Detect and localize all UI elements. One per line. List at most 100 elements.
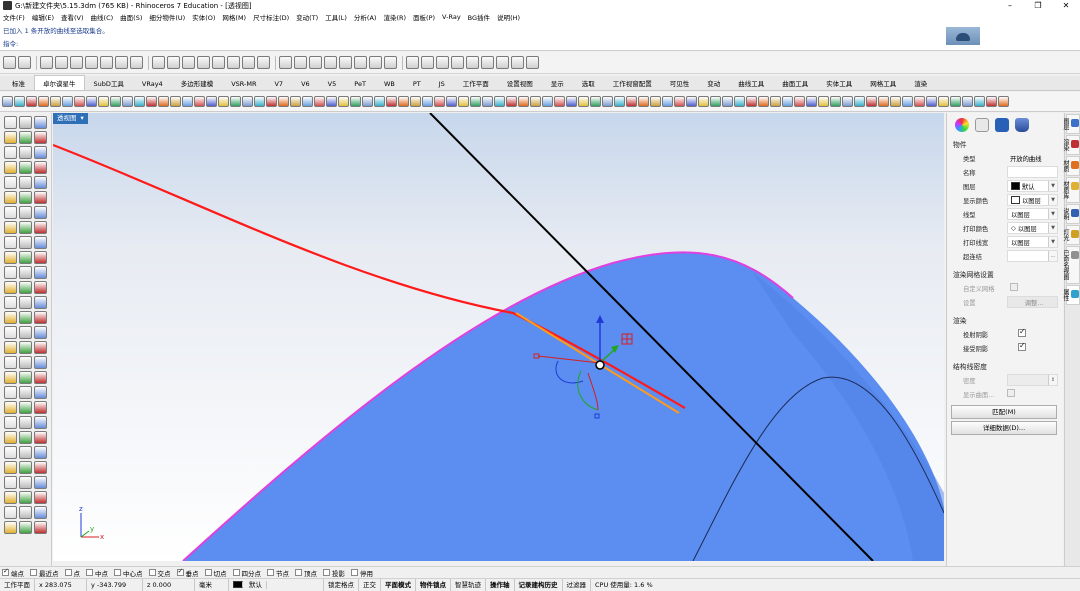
side-tab[interactable]: 属性 xyxy=(1062,285,1080,305)
details-button[interactable]: 详细数据(D)... xyxy=(951,421,1057,435)
command-input[interactable] xyxy=(19,36,1069,46)
toolbar-tab[interactable]: SubD工具 xyxy=(85,75,133,90)
left-tool-icon[interactable] xyxy=(4,446,17,459)
toolbar-tab[interactable]: 显示 xyxy=(542,75,573,90)
object-properties-icon[interactable] xyxy=(955,118,969,132)
left-tool-icon[interactable] xyxy=(4,521,17,534)
tab-tool-icon[interactable] xyxy=(794,96,805,107)
standard-tool-icon[interactable] xyxy=(70,56,83,69)
standard-tool-icon[interactable] xyxy=(115,56,128,69)
tab-tool-icon[interactable] xyxy=(674,96,685,107)
standard-tool-icon[interactable] xyxy=(18,56,31,69)
left-tool-icon[interactable] xyxy=(4,401,17,414)
left-tool-icon[interactable] xyxy=(19,266,32,279)
menu-item[interactable]: 说明(H) xyxy=(497,12,520,22)
left-tool-icon[interactable] xyxy=(34,131,47,144)
moon-icon[interactable] xyxy=(975,118,989,132)
cplane-indicator[interactable]: 工作平面 xyxy=(0,578,35,591)
left-tool-icon[interactable] xyxy=(34,356,47,369)
tab-tool-icon[interactable] xyxy=(254,96,265,107)
menu-item[interactable]: 实体(O) xyxy=(192,12,215,22)
osnap-checkbox[interactable] xyxy=(148,569,156,576)
tab-tool-icon[interactable] xyxy=(398,96,409,107)
left-tool-icon[interactable] xyxy=(19,116,32,129)
standard-tool-icon[interactable] xyxy=(212,56,225,69)
status-toggle[interactable]: 平面模式 xyxy=(381,578,416,591)
left-tool-icon[interactable] xyxy=(4,236,17,249)
side-tab[interactable]: 说明 xyxy=(1062,204,1080,224)
left-tool-icon[interactable] xyxy=(34,281,47,294)
standard-tool-icon[interactable] xyxy=(481,56,494,69)
tab-tool-icon[interactable] xyxy=(290,96,301,107)
tab-tool-icon[interactable] xyxy=(710,96,721,107)
standard-tool-icon[interactable] xyxy=(354,56,367,69)
left-tool-icon[interactable] xyxy=(4,476,17,489)
standard-tool-icon[interactable] xyxy=(339,56,352,69)
standard-tool-icon[interactable] xyxy=(167,56,180,69)
tab-tool-icon[interactable] xyxy=(734,96,745,107)
standard-tool-icon[interactable] xyxy=(451,56,464,69)
status-toggle[interactable]: 智慧轨迹 xyxy=(451,578,486,591)
tab-tool-icon[interactable] xyxy=(578,96,589,107)
tab-tool-icon[interactable] xyxy=(974,96,985,107)
tab-tool-icon[interactable] xyxy=(854,96,865,107)
osnap-option[interactable]: 点 xyxy=(64,568,80,578)
left-tool-icon[interactable] xyxy=(19,131,32,144)
left-tool-icon[interactable] xyxy=(4,416,17,429)
osnap-checkbox[interactable] xyxy=(64,569,72,576)
osnap-option[interactable]: 中心点 xyxy=(114,568,143,578)
osnap-option[interactable]: 中点 xyxy=(86,568,108,578)
left-tool-icon[interactable] xyxy=(4,131,17,144)
left-tool-icon[interactable] xyxy=(19,401,32,414)
tab-tool-icon[interactable] xyxy=(698,96,709,107)
osnap-checkbox[interactable] xyxy=(176,567,184,576)
left-tool-icon[interactable] xyxy=(4,221,17,234)
tab-tool-icon[interactable] xyxy=(986,96,997,107)
tab-tool-icon[interactable] xyxy=(230,96,241,107)
tab-tool-icon[interactable] xyxy=(194,96,205,107)
tab-tool-icon[interactable] xyxy=(722,96,733,107)
left-tool-icon[interactable] xyxy=(19,491,32,504)
left-tool-icon[interactable] xyxy=(34,161,47,174)
tab-tool-icon[interactable] xyxy=(134,96,145,107)
tab-tool-icon[interactable] xyxy=(434,96,445,107)
tab-tool-icon[interactable] xyxy=(602,96,613,107)
left-tool-icon[interactable] xyxy=(34,266,47,279)
tab-tool-icon[interactable] xyxy=(866,96,877,107)
left-tool-icon[interactable] xyxy=(4,461,17,474)
left-tool-icon[interactable] xyxy=(34,206,47,219)
tab-tool-icon[interactable] xyxy=(494,96,505,107)
property-value[interactable]: 以图层 ▼ xyxy=(1007,236,1058,248)
chevron-down-icon[interactable]: ▼ xyxy=(1048,195,1057,205)
left-tool-icon[interactable] xyxy=(19,521,32,534)
left-tool-icon[interactable] xyxy=(4,161,17,174)
left-tool-icon[interactable] xyxy=(34,476,47,489)
left-tool-icon[interactable] xyxy=(34,386,47,399)
standard-tool-icon[interactable] xyxy=(511,56,524,69)
tab-tool-icon[interactable] xyxy=(158,96,169,107)
tab-tool-icon[interactable] xyxy=(362,96,373,107)
left-tool-icon[interactable] xyxy=(34,176,47,189)
osnap-checkbox[interactable] xyxy=(30,569,37,576)
left-tool-icon[interactable] xyxy=(4,116,17,129)
toolbar-tab[interactable]: VRay4 xyxy=(133,77,172,90)
left-tool-icon[interactable] xyxy=(4,431,17,444)
side-tab[interactable]: 渲染 xyxy=(1062,135,1080,155)
tab-tool-icon[interactable] xyxy=(890,96,901,107)
standard-tool-icon[interactable] xyxy=(526,56,539,69)
menu-item[interactable]: V-Ray xyxy=(442,13,461,21)
left-tool-icon[interactable] xyxy=(19,221,32,234)
tab-tool-icon[interactable] xyxy=(458,96,469,107)
tab-tool-icon[interactable] xyxy=(338,96,349,107)
left-tool-icon[interactable] xyxy=(4,206,17,219)
standard-tool-icon[interactable] xyxy=(466,56,479,69)
left-tool-icon[interactable] xyxy=(34,506,47,519)
toolbar-tab[interactable]: 曲线工具 xyxy=(729,75,773,90)
left-tool-icon[interactable] xyxy=(4,311,17,324)
left-tool-icon[interactable] xyxy=(19,191,32,204)
toolbar-tab[interactable]: PeT xyxy=(345,77,375,90)
left-tool-icon[interactable] xyxy=(34,431,47,444)
ellipsis-button[interactable]: … xyxy=(1048,251,1057,261)
tab-tool-icon[interactable] xyxy=(938,96,949,107)
tab-tool-icon[interactable] xyxy=(146,96,157,107)
